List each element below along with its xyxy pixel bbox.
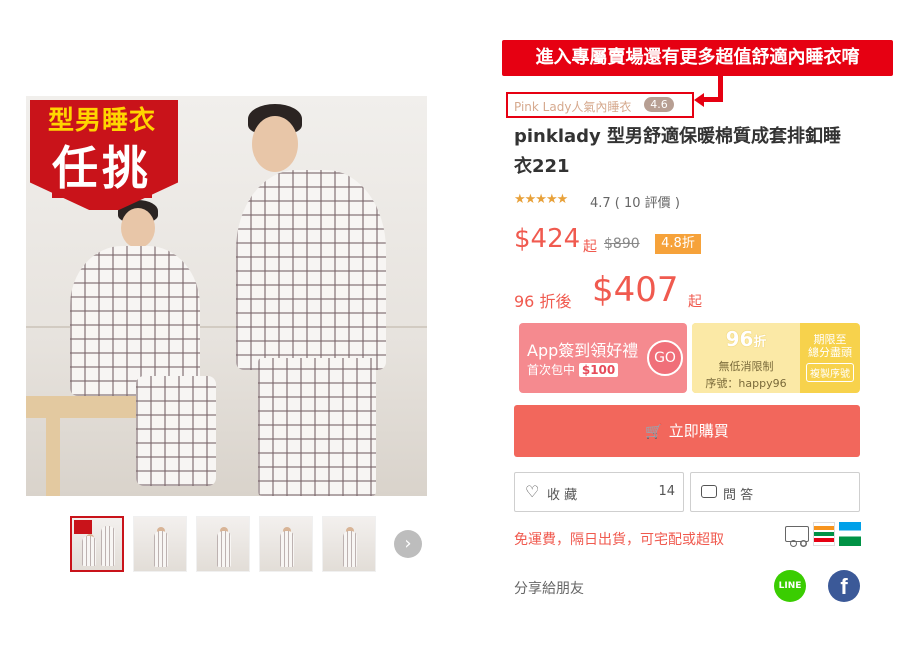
thumbnail-figure [217, 531, 231, 567]
favorite-count: 14 [658, 484, 675, 499]
chevron-right-icon[interactable]: › [394, 530, 422, 558]
thumbnail[interactable] [322, 516, 376, 572]
promo-badge: 型男睡衣 任挑 [30, 100, 178, 232]
thumbnail-figure [154, 531, 168, 567]
coupon-percent: 96折 [692, 327, 800, 351]
price: $424 [514, 224, 581, 254]
coupon-limit: 期限至 總分盡頭 [808, 333, 852, 359]
model-seated [70, 246, 200, 396]
coupon-side: 期限至 總分盡頭 複製序號 [800, 323, 860, 393]
price-suffix: 起 [583, 239, 597, 255]
chat-icon [701, 485, 717, 498]
model-standing-legs [258, 358, 376, 496]
promo-line1: 型男睡衣 [48, 106, 157, 136]
bench-leg [46, 418, 60, 496]
after-discount-price: $407 [592, 270, 679, 310]
product-title: pinklady 型男舒適保暖棉質成套排釦睡衣221 [514, 126, 842, 177]
seven-eleven-stripe [814, 532, 834, 536]
app-banner-subtitle-text: 首次包中 [527, 363, 576, 377]
shipping-info: 免運費，隔日出貨，可宅配或超取 [514, 532, 724, 548]
coupon-body: 96折 無低消限制 序號：happy96 [692, 323, 800, 393]
app-banner-subtitle: 首次包中 $100 [527, 361, 619, 378]
buy-now-button[interactable]: 🛒 立即購買 [514, 405, 860, 457]
thumbnail[interactable] [196, 516, 250, 572]
seven-eleven-icon [813, 522, 835, 546]
seven-eleven-stripe [814, 538, 834, 542]
promo-line2: 任挑 [52, 138, 152, 198]
thumbnail[interactable] [133, 516, 187, 572]
favorite-button[interactable]: ♡ 收 藏 14 [514, 472, 684, 512]
thumbnail[interactable] [259, 516, 313, 572]
rating-summary[interactable]: 4.7 ( 10 評價 ) [590, 192, 680, 211]
line-share-icon[interactable]: LINE [774, 570, 806, 602]
seven-eleven-stripe [814, 526, 834, 530]
go-button[interactable]: GO [647, 340, 683, 376]
qa-label: 問 答 [723, 488, 754, 503]
coupon-condition: 無低消限制 [718, 360, 774, 373]
share-label: 分享給朋友 [514, 581, 584, 597]
copy-code-button[interactable]: 複製序號 [806, 363, 854, 382]
app-banner-amount: $100 [578, 363, 619, 377]
thumbnail-figure [82, 536, 96, 566]
app-checkin-banner[interactable]: App簽到領好禮 首次包中 $100 GO [519, 323, 687, 393]
qa-button[interactable]: 問 答 [690, 472, 860, 512]
favorite-label: 收 藏 [547, 488, 578, 503]
store-rating-badge: 4.6 [644, 97, 674, 112]
coupon-card[interactable]: 96折 無低消限制 序號：happy96 期限至 總分盡頭 複製序號 [692, 323, 860, 393]
annotation-arrowhead [694, 93, 704, 107]
star-rating-icon: ★★★★★ [514, 192, 568, 207]
buy-now-label: 立即購買 [668, 422, 729, 440]
annotation-arrow-line [702, 97, 723, 102]
original-price: $890 [604, 236, 640, 252]
coupon-code: 序號：happy96 [705, 377, 787, 390]
after-price-suffix: 起 [688, 294, 702, 310]
discount-badge: 4.8折 [655, 234, 701, 254]
model-seated-legs [136, 376, 216, 486]
thumbnail-tag [74, 520, 92, 534]
thumbnail-figure [343, 531, 357, 567]
model-standing [236, 170, 386, 370]
facebook-share-icon[interactable]: f [828, 570, 860, 602]
thumbnail-figure [280, 531, 294, 567]
coupon-percent-suffix: 折 [753, 335, 767, 350]
cart-icon: 🛒 [645, 424, 663, 440]
heart-icon: ♡ [525, 482, 540, 501]
store-link[interactable]: Pink Lady人氣內睡衣 [514, 98, 631, 115]
promo-annotation: 進入專屬賣場還有更多超值舒適內睡衣唷 [502, 40, 893, 76]
thumbnail-figure [101, 526, 115, 566]
thumbnail[interactable] [70, 516, 124, 572]
coupon-percent-value: 96 [725, 327, 754, 351]
app-banner-title: App簽到領好禮 [527, 341, 639, 360]
truck-icon [785, 526, 809, 547]
model-head [252, 116, 298, 172]
after-discount-label: 96 折後 [514, 292, 572, 311]
familymart-icon [839, 522, 861, 546]
